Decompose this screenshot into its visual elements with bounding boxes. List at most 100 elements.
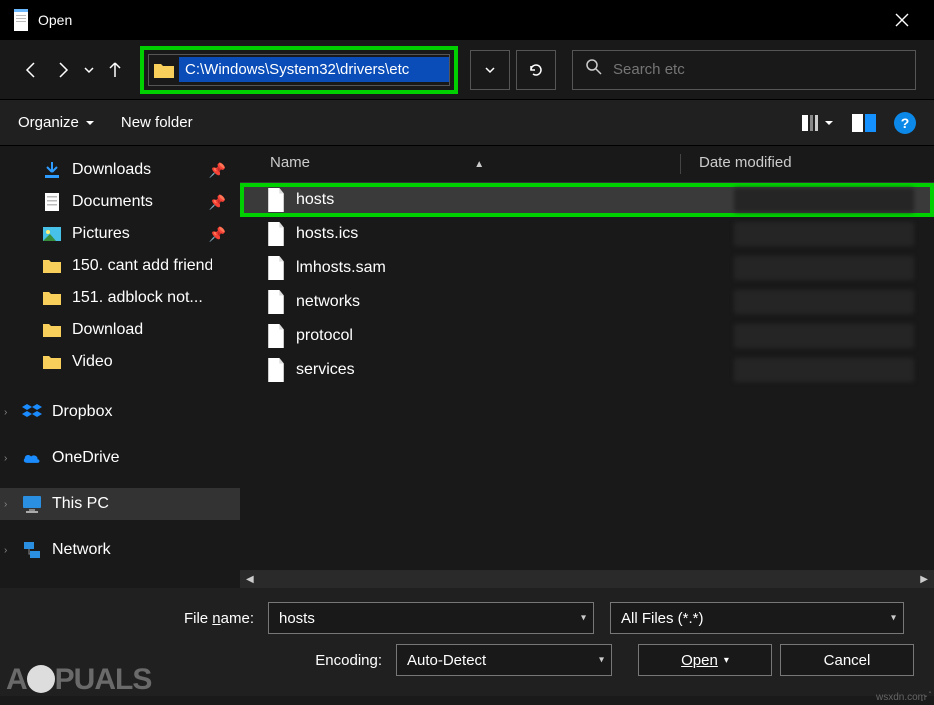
open-button[interactable]: Open ▾ xyxy=(638,644,772,676)
sidebar: Downloads 📌 Documents 📌 Pictures 📌 150. … xyxy=(0,146,240,588)
column-name[interactable]: Name ▲ xyxy=(240,154,680,174)
cancel-button[interactable]: Cancel xyxy=(780,644,914,676)
sidebar-item-label: Dropbox xyxy=(52,403,112,421)
sidebar-item-downloads[interactable]: Downloads 📌 xyxy=(0,154,240,186)
watermark: APUALS xyxy=(6,663,151,697)
sidebar-item-thispc[interactable]: › This PC xyxy=(0,488,240,520)
folder-icon xyxy=(153,59,175,81)
recent-dropdown[interactable] xyxy=(82,57,96,83)
filename-label: File name: xyxy=(20,610,260,627)
date-modified-blurred xyxy=(734,222,914,246)
organize-label: Organize xyxy=(18,114,79,131)
chevron-right-icon: › xyxy=(4,453,7,464)
sidebar-item-folder-video[interactable]: Video xyxy=(0,346,240,378)
folder-icon xyxy=(42,288,62,308)
file-name: networks xyxy=(296,293,360,311)
doc-icon xyxy=(42,192,62,212)
column-date[interactable]: Date modified xyxy=(681,154,792,174)
file-icon xyxy=(266,358,286,382)
date-modified-blurred xyxy=(734,324,914,348)
file-name: services xyxy=(296,361,355,379)
sidebar-item-folder-download[interactable]: Download xyxy=(0,314,240,346)
refresh-button[interactable] xyxy=(516,50,556,90)
date-modified-blurred xyxy=(734,358,914,382)
chevron-right-icon: › xyxy=(4,407,7,418)
view-options-button[interactable] xyxy=(800,113,834,133)
search-box[interactable] xyxy=(572,50,916,90)
scroll-right-icon[interactable]: ▶ xyxy=(916,574,932,585)
sidebar-item-pictures[interactable]: Pictures 📌 xyxy=(0,218,240,250)
pictures-icon xyxy=(42,224,62,244)
sidebar-item-label: This PC xyxy=(52,495,109,513)
logo-icon xyxy=(27,665,55,693)
sidebar-item-label: Network xyxy=(52,541,111,559)
attribution: wsxdn.com xyxy=(876,692,926,703)
address-input[interactable] xyxy=(179,57,449,82)
address-dropdown[interactable] xyxy=(470,50,510,90)
help-button[interactable]: ? xyxy=(894,112,916,134)
navbar xyxy=(0,40,934,100)
pin-icon: 📌 xyxy=(209,194,226,211)
date-modified-blurred xyxy=(734,256,914,280)
pin-icon: 📌 xyxy=(209,226,226,243)
file-row[interactable]: lmhosts.sam xyxy=(240,251,934,285)
search-input[interactable] xyxy=(613,61,903,78)
address-bar-highlight xyxy=(140,46,458,94)
resize-grip-icon[interactable]: ⋰ xyxy=(920,689,932,703)
forward-button[interactable] xyxy=(50,57,76,83)
file-row-hosts[interactable]: hosts xyxy=(240,183,934,217)
file-name: hosts.ics xyxy=(296,225,358,243)
close-button[interactable] xyxy=(882,0,922,40)
file-icon xyxy=(266,324,286,348)
horizontal-scrollbar[interactable]: ◀ ▶ xyxy=(240,570,934,588)
sidebar-item-documents[interactable]: Documents 📌 xyxy=(0,186,240,218)
folder-icon xyxy=(42,320,62,340)
onedrive-icon xyxy=(22,448,42,468)
folder-icon xyxy=(42,256,62,276)
sidebar-item-label: Pictures xyxy=(72,225,130,243)
file-name: protocol xyxy=(296,327,353,345)
chevron-right-icon: › xyxy=(4,499,7,510)
up-button[interactable] xyxy=(102,57,128,83)
list-header: Name ▲ Date modified xyxy=(240,146,934,183)
sidebar-item-network[interactable]: › Network xyxy=(0,534,240,566)
filename-input[interactable] xyxy=(268,602,594,634)
preview-pane-button[interactable] xyxy=(852,114,876,132)
date-modified-blurred xyxy=(734,188,914,212)
file-row[interactable]: hosts.ics xyxy=(240,217,934,251)
file-name: hosts xyxy=(296,191,334,209)
new-folder-button[interactable]: New folder xyxy=(121,114,193,131)
scroll-left-icon[interactable]: ◀ xyxy=(242,574,258,585)
titlebar: Open xyxy=(0,0,934,40)
search-icon xyxy=(585,58,603,81)
filetype-select[interactable]: All Files (*.*) xyxy=(610,602,904,634)
file-icon xyxy=(266,222,286,246)
sidebar-item-label: 151. adblock not... xyxy=(72,289,203,307)
network-icon xyxy=(22,540,42,560)
file-name: lmhosts.sam xyxy=(296,259,386,277)
window-title: Open xyxy=(38,12,72,28)
sidebar-item-dropbox[interactable]: › Dropbox xyxy=(0,396,240,428)
sidebar-item-label: Download xyxy=(72,321,143,339)
sidebar-item-folder-151[interactable]: 151. adblock not... xyxy=(0,282,240,314)
encoding-select[interactable]: Auto-Detect xyxy=(396,644,612,676)
toolbar: Organize New folder ? xyxy=(0,100,934,146)
sidebar-item-label: OneDrive xyxy=(52,449,120,467)
date-modified-blurred xyxy=(734,290,914,314)
file-icon xyxy=(266,256,286,280)
sidebar-item-folder-150[interactable]: 150. cant add friend xyxy=(0,250,240,282)
file-row[interactable]: networks xyxy=(240,285,934,319)
thispc-icon xyxy=(22,494,42,514)
sidebar-item-label: Video xyxy=(72,353,113,371)
file-icon xyxy=(266,290,286,314)
dropbox-icon xyxy=(22,402,42,422)
file-row[interactable]: protocol xyxy=(240,319,934,353)
organize-button[interactable]: Organize xyxy=(18,114,95,131)
sidebar-item-onedrive[interactable]: › OneDrive xyxy=(0,442,240,474)
notepad-icon xyxy=(12,9,30,31)
back-button[interactable] xyxy=(18,57,44,83)
pin-icon: 📌 xyxy=(209,162,226,179)
file-icon xyxy=(266,188,286,212)
file-row[interactable]: services xyxy=(240,353,934,387)
sort-asc-icon: ▲ xyxy=(474,159,484,170)
